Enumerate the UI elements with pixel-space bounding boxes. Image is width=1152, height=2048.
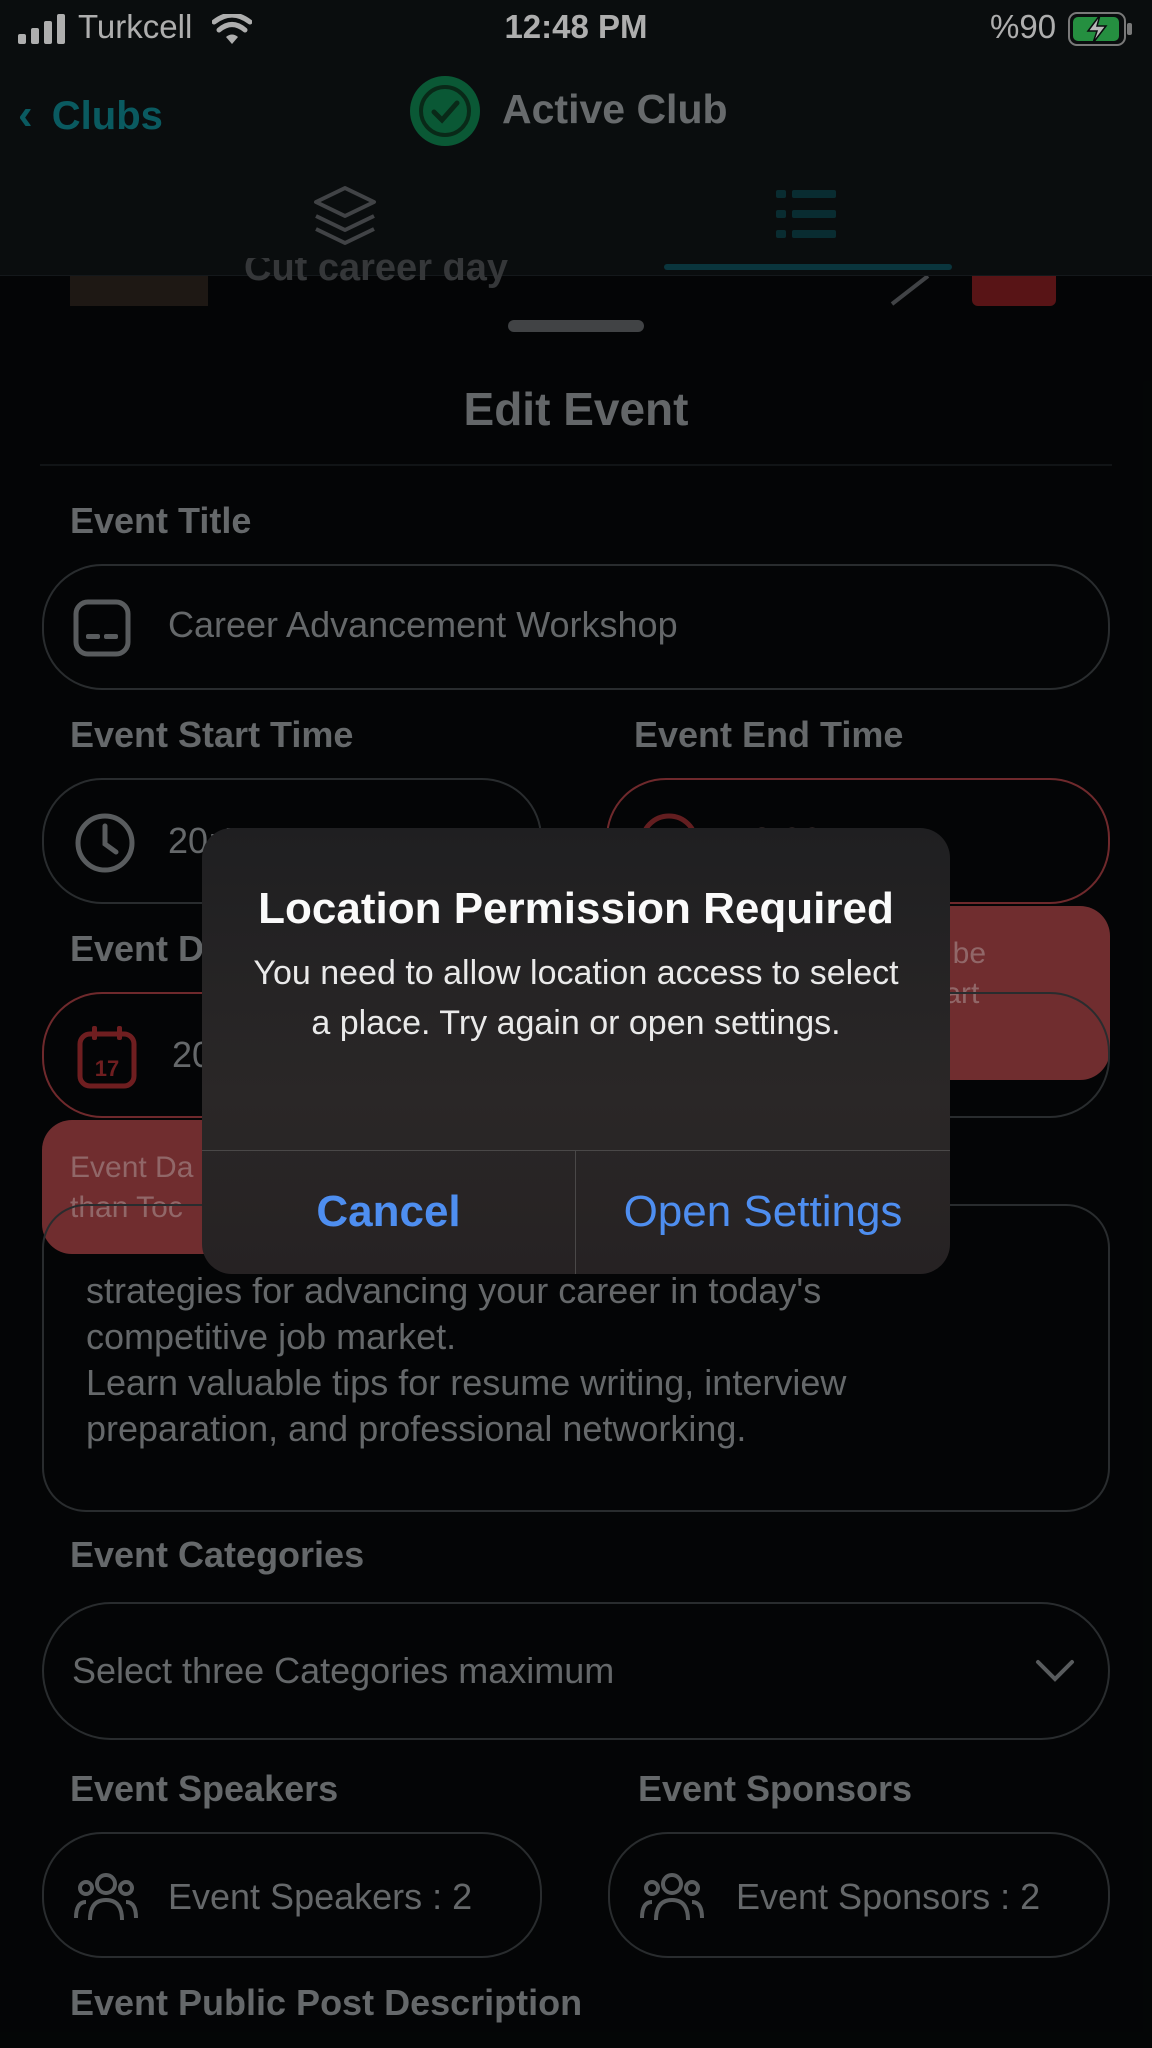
open-settings-button[interactable]: Open Settings bbox=[576, 1150, 950, 1274]
alert-title: Location Permission Required bbox=[258, 884, 894, 933]
cancel-button[interactable]: Cancel bbox=[202, 1150, 575, 1274]
alert-message: You need to allow location access to sel… bbox=[253, 954, 899, 1042]
location-permission-alert: Location Permission Required You need to… bbox=[202, 828, 950, 1274]
